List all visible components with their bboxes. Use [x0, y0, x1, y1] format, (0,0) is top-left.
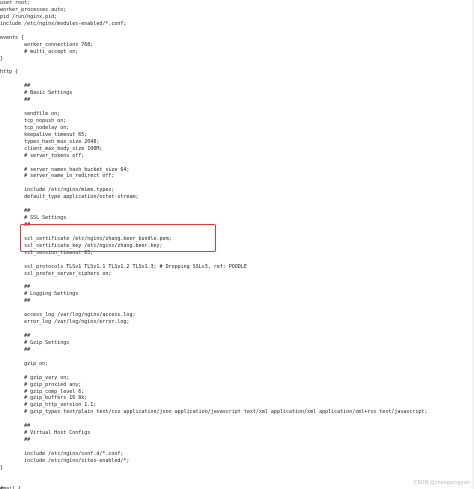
code-line: ## [0, 423, 31, 430]
code-line: ## [0, 298, 31, 305]
code-line: ## [0, 346, 31, 353]
code-line: pid /run/nginx.pid; [0, 13, 58, 20]
code-line: ssl_session_timeout 65; [0, 249, 94, 256]
code-line: ## [0, 222, 31, 228]
code-line: } [0, 55, 4, 62]
code-line: access_log /var/log/nginx/access.log; [0, 312, 136, 319]
code-line: keepalive_timeout 65; [0, 131, 88, 138]
code-line: # Virtual Host Configs [0, 430, 91, 437]
code-line: include /etc/nginx/mime.types; [0, 187, 115, 194]
code-line: ## [0, 83, 31, 90]
code-line: default_type application/octet-stream; [0, 194, 139, 201]
code-line: ## [0, 284, 31, 291]
code-line: # gzip_buffers 16 8k; [0, 395, 88, 402]
code-line: types_hash_max_size 2048; [0, 138, 100, 145]
code-line: # server_name_in_redirect off; [0, 173, 115, 180]
code-line: http { [0, 69, 19, 76]
code-line: # gzip_comp_level 6; [0, 388, 85, 395]
code-line: include /etc/nginx/sites-enabled/*; [0, 457, 130, 464]
code-line: include /etc/nginx/modules-enabled/*.con… [0, 20, 127, 27]
code-line: gzip on; [0, 360, 49, 367]
code-line: # Gzip Settings [0, 339, 70, 346]
code-line: ssl_prefer_server_ciphers on; [0, 270, 112, 277]
code-line: client_max_body_size 100M; [0, 145, 103, 152]
code-line: ssl_certificate /etc/nginx/zhang.beer_bu… [0, 235, 172, 242]
code-line: worker_connections 768; [0, 41, 94, 48]
code-line: # gzip_proxied any; [0, 381, 82, 388]
code-line: ## [0, 97, 31, 104]
code-line: events { [0, 34, 25, 41]
code-line: error_log /var/log/nginx/error.log; [0, 319, 130, 326]
code-line: # Basic Settings [0, 90, 73, 97]
code-line: # server_tokens off; [0, 152, 85, 159]
code-line: # gzip_http_version 1.1; [0, 402, 97, 409]
code-line: tcp_nopush on; [0, 117, 67, 124]
code-line: tcp_nodelay on; [0, 124, 70, 131]
code-line: worker_processes auto; [0, 6, 67, 13]
code-line: #mail { [0, 485, 22, 489]
code-line: # Logging Settings [0, 291, 79, 298]
code-line: # gzip_types text/plain text/css applica… [0, 409, 428, 416]
text-viewer: user root; worker_processes auto; pid /run… [0, 0, 474, 489]
code-line: include /etc/nginx/conf.d/*.conf; [0, 450, 124, 457]
code-line: ## [0, 208, 31, 215]
code-line: ssl_certificate_key /etc/nginx/zhang.bee… [0, 242, 163, 249]
code-line: } [0, 464, 4, 471]
code-line: # gzip_vary on; [0, 374, 70, 381]
code-line: # SSL Settings [0, 215, 67, 222]
watermark: CSDN @zhongxingyun [413, 480, 470, 486]
code-line: user root; [0, 0, 31, 6]
code-line: # server_names_hash_bucket_size 64; [0, 166, 130, 173]
code-line: ## [0, 333, 31, 339]
code-line: ssl_protocols TLSv1 TLSv1.1 TLSv1.2 TLSv… [0, 263, 247, 270]
code-line: ## [0, 437, 31, 444]
code-line: # multi_accept on; [0, 48, 79, 55]
code-line: sendfile on; [0, 111, 61, 117]
config-file-text[interactable]: user root; worker_processes auto; pid /run… [0, 0, 474, 489]
